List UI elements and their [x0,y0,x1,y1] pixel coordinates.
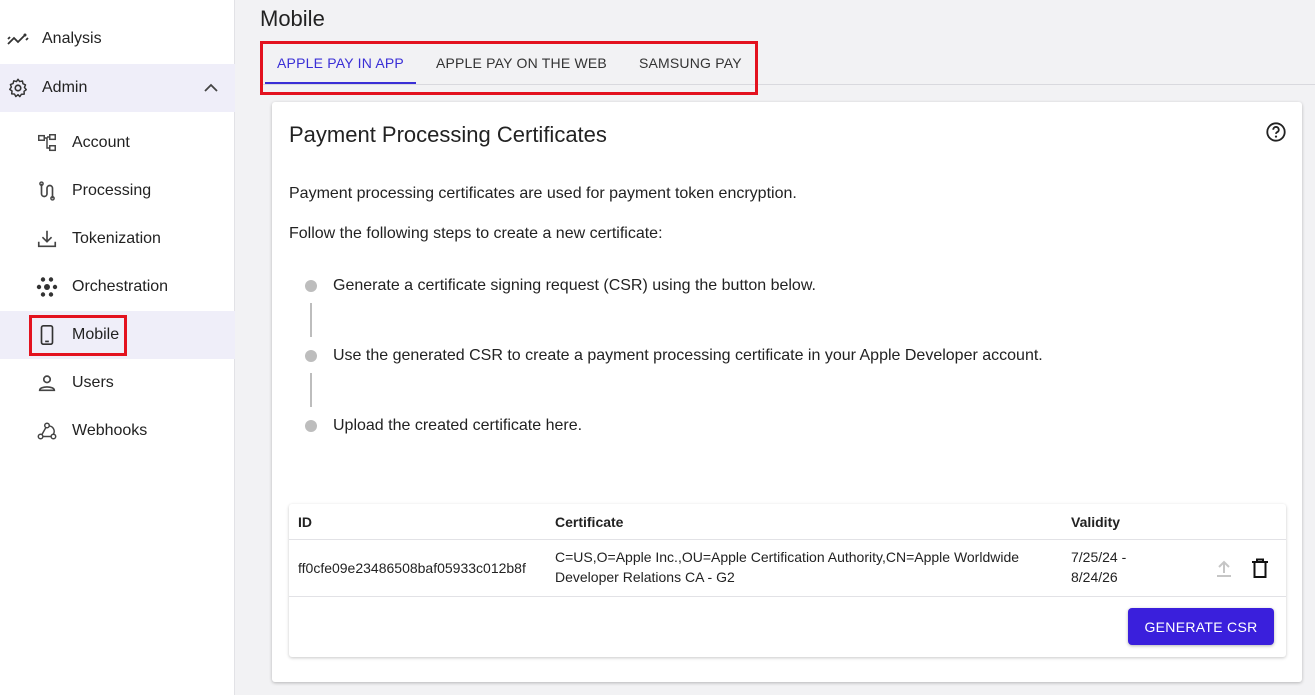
webhooks-icon [35,419,59,443]
sidebar-item-admin[interactable]: Admin [0,64,235,112]
sidebar-item-label: Orchestration [72,278,169,295]
processing-icon [35,179,59,203]
cell-certificate-line2: Developer Relations CA - G2 [555,569,735,585]
page-title: Mobile [260,6,325,31]
step-dot [305,280,317,292]
row-divider [289,596,1286,597]
intro-text: Payment processing certificates are used… [289,185,797,202]
sidebar-item-analysis[interactable]: Analysis [0,15,235,63]
step-dot [305,420,317,432]
upload-icon[interactable] [1214,558,1234,578]
sidebar-item-label: Tokenization [72,230,161,247]
help-icon[interactable] [1265,121,1287,143]
cell-id: ff0cfe09e23486508baf05933c012b8f [298,560,526,576]
trash-icon[interactable] [1250,557,1270,579]
column-header-certificate: Certificate [555,514,624,530]
certificates-card: Payment Processing Certificates Payment … [272,102,1302,682]
sidebar-item-label: Processing [72,182,152,199]
step-dot [305,350,317,362]
gear-icon [6,76,30,100]
mobile-highlight-box [29,315,127,356]
chevron-up-icon[interactable] [201,78,221,98]
step-connector [310,303,312,337]
step-2-text: Use the generated CSR to create a paymen… [333,347,1043,364]
sidebar-item-tokenization[interactable]: Tokenization [0,215,235,263]
sidebar-item-processing[interactable]: Processing [0,167,235,215]
step-1-text: Generate a certificate signing request (… [333,277,816,294]
sidebar-item-account[interactable]: Account [0,119,235,167]
sidebar-item-label: Analysis [42,30,102,47]
steps-intro-text: Follow the following steps to create a n… [289,225,663,242]
step-connector [310,373,312,407]
download-tray-icon [35,227,59,251]
step-3-text: Upload the created certificate here. [333,417,583,434]
card-title: Payment Processing Certificates [289,122,607,147]
tabs-highlight-box [260,41,758,95]
cell-validity-line1: 7/25/24 - [1071,549,1127,565]
account-tree-icon [35,131,59,155]
sidebar-item-label: Admin [42,79,88,96]
cell-validity-line2: 8/24/26 [1071,569,1118,585]
column-header-id: ID [298,514,312,530]
sidebar-item-label: Webhooks [72,422,148,439]
orchestration-hub-icon [35,275,59,299]
cell-certificate-line1: C=US,O=Apple Inc.,OU=Apple Certification… [555,549,1020,565]
sidebar: Analysis Admin Account Processing Tokeni… [0,0,235,695]
analysis-icon [6,27,30,51]
sidebar-item-orchestration[interactable]: Orchestration [0,263,235,311]
sidebar-item-label: Account [72,134,130,151]
sidebar-item-webhooks[interactable]: Webhooks [0,407,235,455]
column-header-validity: Validity [1071,514,1121,530]
user-icon [35,371,59,395]
header-divider [289,539,1286,540]
generate-csr-button[interactable]: GENERATE CSR [1128,608,1274,645]
certificates-table: ID Certificate Validity ff0cfe09e2348650… [289,504,1286,657]
sidebar-item-users[interactable]: Users [0,359,235,407]
sidebar-item-label: Users [72,374,114,391]
